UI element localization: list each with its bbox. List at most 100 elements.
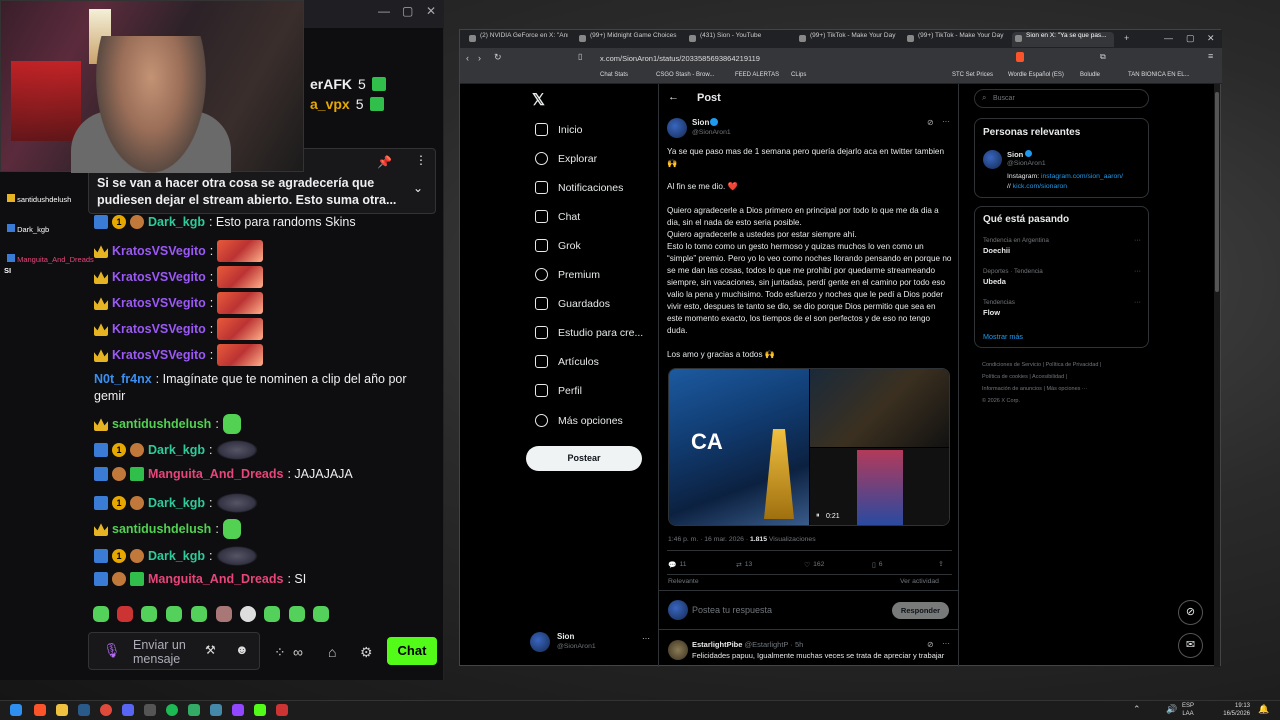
- file-explorer-icon[interactable]: [56, 704, 68, 716]
- media-photo-award[interactable]: CA: [669, 369, 809, 525]
- reply-author-name[interactable]: EstarlightPibe: [692, 640, 742, 649]
- chat-username[interactable]: Manguita_And_Dreads: [148, 467, 283, 481]
- app-icon[interactable]: [144, 704, 156, 716]
- nav-premium[interactable]: Premium: [535, 268, 600, 281]
- more-dots-icon[interactable]: ···: [1134, 237, 1141, 244]
- url-field[interactable]: x.com/SionAron1/status/20335856938642191…: [600, 54, 760, 63]
- chat-username[interactable]: KratosVSVegito: [112, 296, 206, 310]
- bits-icon[interactable]: ⁘: [274, 644, 286, 661]
- emote-quick-icon[interactable]: [264, 606, 280, 622]
- chat-send-button[interactable]: Chat: [387, 637, 437, 665]
- footer-link[interactable]: Condiciones de Servicio: [982, 362, 1041, 368]
- chat-username[interactable]: KratosVSVegito: [112, 270, 206, 284]
- grok-analyze-icon[interactable]: ⊘: [927, 118, 934, 127]
- nav-creator-studio[interactable]: Estudio para cre...: [535, 326, 643, 339]
- emote-quick-icon[interactable]: [240, 606, 256, 622]
- tray-chevron-icon[interactable]: ⌃: [1133, 704, 1141, 715]
- tweet-author-handle[interactable]: @SionAron1: [692, 129, 731, 136]
- bookmark-item[interactable]: CLips: [791, 72, 806, 78]
- emote-quick-icon[interactable]: [117, 606, 133, 622]
- back-icon[interactable]: ‹: [466, 53, 469, 63]
- messages-floating-icon[interactable]: ✉: [1178, 633, 1203, 658]
- pause-icon[interactable]: ⏸: [816, 512, 820, 520]
- tweet-author-name[interactable]: Sion: [692, 118, 709, 127]
- chat-username[interactable]: Dark_kgb: [148, 496, 205, 510]
- chrome-icon[interactable]: [100, 704, 112, 716]
- grok-analyze-icon[interactable]: ⊘: [927, 640, 934, 649]
- minimize-icon[interactable]: —: [1164, 33, 1173, 43]
- back-arrow-icon[interactable]: ←: [668, 91, 679, 103]
- discord-icon[interactable]: [122, 704, 134, 716]
- chat-username[interactable]: Dark_kgb: [148, 549, 205, 563]
- app-icon[interactable]: [276, 704, 288, 716]
- media-video[interactable]: ⏸ 0:21: [810, 448, 949, 525]
- emote-quick-icon[interactable]: [289, 606, 305, 622]
- volume-icon[interactable]: 🔊: [1166, 704, 1177, 715]
- x-logo-icon[interactable]: 𝕏: [532, 90, 545, 110]
- chat-input[interactable]: 🎙 Enviar un mensaje ⚒ ☻: [88, 632, 260, 670]
- emote-quick-icon[interactable]: [93, 606, 109, 622]
- emote-quick-icon[interactable]: [313, 606, 329, 622]
- relevant-handle[interactable]: @SionAron1: [1007, 160, 1046, 167]
- repost-action[interactable]: ⇄ 13: [736, 561, 752, 569]
- more-dots-icon[interactable]: ···: [1134, 268, 1141, 275]
- spotify-icon[interactable]: [166, 704, 178, 716]
- bookmark-item[interactable]: CSGO Stash - Brow...: [656, 72, 714, 78]
- relevant-name[interactable]: Sion: [1007, 150, 1023, 159]
- account-switcher[interactable]: Sion @SionAron1 ···: [530, 630, 660, 656]
- microphone-icon[interactable]: 🎙: [103, 642, 121, 659]
- notification-bell-icon[interactable]: 🔔: [1258, 704, 1269, 715]
- chevron-down-icon[interactable]: ⌄: [413, 181, 423, 195]
- view-activity-link[interactable]: Ver actividad: [900, 578, 939, 585]
- nav-more[interactable]: Más opciones: [535, 414, 623, 427]
- avatar[interactable]: [667, 118, 687, 138]
- chat-username[interactable]: KratosVSVegito: [112, 244, 206, 258]
- infinity-icon[interactable]: ∞: [293, 644, 303, 660]
- nav-chat[interactable]: Chat: [535, 210, 580, 223]
- media-photo[interactable]: [810, 369, 949, 447]
- maximize-icon[interactable]: ▢: [1186, 33, 1195, 44]
- extensions-icon[interactable]: ⧉: [1100, 52, 1106, 62]
- minimize-icon[interactable]: —: [378, 4, 390, 18]
- chat-username[interactable]: Manguita_And_Dreads: [148, 572, 283, 586]
- emote-quick-icon[interactable]: [191, 606, 207, 622]
- show-more-link[interactable]: Mostrar más: [983, 332, 1023, 341]
- bio-link[interactable]: instagram.com/sion_aaron/: [1041, 173, 1123, 180]
- nav-articles[interactable]: Artículos: [535, 355, 599, 368]
- bookmark-item[interactable]: Chat Stats: [600, 72, 628, 78]
- chat-username[interactable]: Dark_kgb: [148, 443, 205, 457]
- bookmark-item[interactable]: Wordle Español (ES): [1008, 72, 1064, 78]
- grok-floating-icon[interactable]: ⊘: [1178, 600, 1203, 625]
- new-tab-icon[interactable]: +: [1124, 33, 1129, 43]
- emoji-icon[interactable]: ☻: [235, 642, 249, 657]
- reply-button[interactable]: Responder: [892, 602, 949, 619]
- settings-gear-icon[interactable]: ⚙: [360, 644, 373, 661]
- browser-tab-active[interactable]: Sion en X: "Ya se que pas...: [1012, 32, 1114, 47]
- browser-tab[interactable]: (431) Sion - YouTube: [686, 32, 788, 47]
- kick-icon[interactable]: [254, 704, 266, 716]
- browser-tab[interactable]: (99+) Midnight Game Choices #...: [576, 32, 678, 47]
- avatar[interactable]: [983, 150, 1002, 169]
- store-icon[interactable]: ⌂: [328, 644, 336, 660]
- bookmark-item[interactable]: TAN BIONICA EN EL...: [1128, 72, 1190, 78]
- avatar[interactable]: [668, 640, 688, 660]
- footer-link[interactable]: Política de Privacidad: [1046, 362, 1099, 368]
- app-icon[interactable]: [210, 704, 222, 716]
- app-icon[interactable]: [188, 704, 200, 716]
- chat-username[interactable]: N0t_fr4nx: [94, 372, 152, 386]
- tweet-media-grid[interactable]: CA ⏸ 0:21: [668, 368, 950, 526]
- close-icon[interactable]: ✕: [426, 4, 436, 18]
- maximize-icon[interactable]: ▢: [402, 4, 413, 18]
- more-dots-icon[interactable]: ···: [942, 639, 950, 648]
- reply-action[interactable]: 💬 11: [668, 561, 687, 569]
- menu-icon[interactable]: ≡: [1208, 51, 1213, 61]
- bio-link[interactable]: kick.com/sionaron: [1013, 183, 1067, 190]
- nav-grok[interactable]: Grok: [535, 239, 581, 252]
- chat-username[interactable]: KratosVSVegito: [112, 348, 206, 362]
- close-icon[interactable]: ✕: [1207, 33, 1215, 44]
- more-dots-icon[interactable]: ···: [942, 117, 950, 126]
- steam-icon[interactable]: [78, 704, 90, 716]
- share-icon[interactable]: ⇪: [938, 560, 944, 568]
- footer-link[interactable]: Información de anuncios: [982, 386, 1042, 392]
- browser-tab[interactable]: (99+) TikTok - Make Your Day: [904, 32, 1004, 47]
